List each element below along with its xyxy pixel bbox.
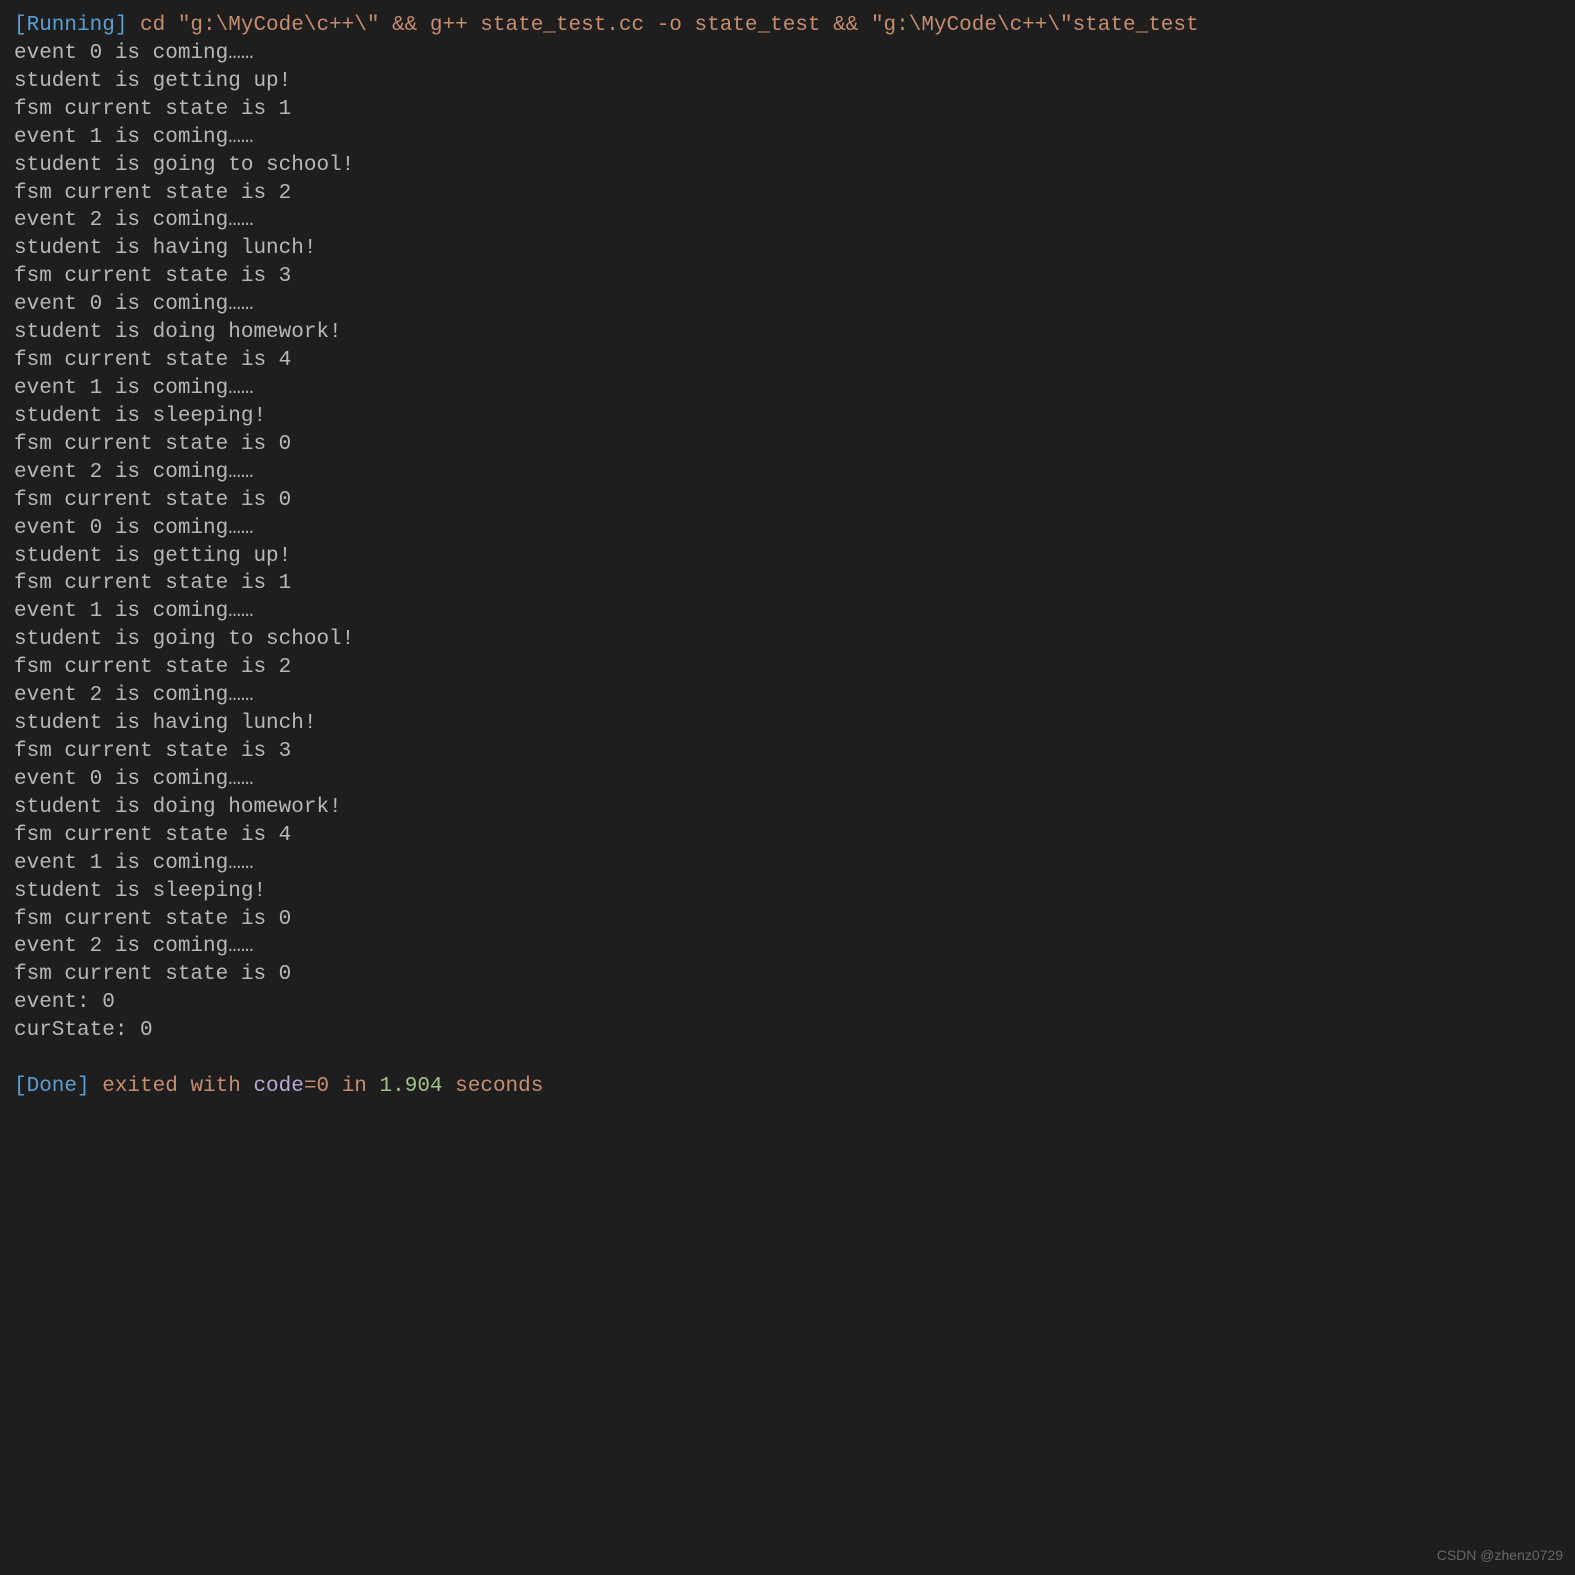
output-line: fsm current state is 2 <box>14 180 1561 208</box>
output-line: event 1 is coming…… <box>14 598 1561 626</box>
output-line: curState: 0 <box>14 1017 1561 1045</box>
output-line: student is having lunch! <box>14 235 1561 263</box>
output-line: student is sleeping! <box>14 403 1561 431</box>
output-line: fsm current state is 0 <box>14 487 1561 515</box>
output-line: event 0 is coming…… <box>14 515 1561 543</box>
output-line: fsm current state is 4 <box>14 347 1561 375</box>
done-in: in <box>329 1075 379 1098</box>
running-line: [Running] cd "g:\MyCode\c++\" && g++ sta… <box>14 12 1561 40</box>
output-line: fsm current state is 4 <box>14 822 1561 850</box>
output-line: event 0 is coming…… <box>14 40 1561 68</box>
output-line: event 1 is coming…… <box>14 124 1561 152</box>
output-line: event 2 is coming…… <box>14 682 1561 710</box>
output-line: event 2 is coming…… <box>14 933 1561 961</box>
output-line: student is going to school! <box>14 152 1561 180</box>
output-line: event 0 is coming…… <box>14 766 1561 794</box>
output-line: fsm current state is 0 <box>14 906 1561 934</box>
running-status: [Running] <box>14 14 127 37</box>
done-seconds: seconds <box>443 1075 544 1098</box>
done-time: 1.904 <box>380 1075 443 1098</box>
output-container: event 0 is coming……student is getting up… <box>14 40 1561 1045</box>
output-line: event 0 is coming…… <box>14 291 1561 319</box>
output-line: student is sleeping! <box>14 878 1561 906</box>
watermark: CSDN @zhenz0729 <box>1437 1546 1563 1565</box>
output-line: student is getting up! <box>14 543 1561 571</box>
output-line: fsm current state is 2 <box>14 654 1561 682</box>
output-line: event 1 is coming…… <box>14 850 1561 878</box>
done-code-value: 0 <box>316 1075 329 1098</box>
running-command: cd "g:\MyCode\c++\" && g++ state_test.cc… <box>127 14 1198 37</box>
done-code-name: code <box>253 1075 303 1098</box>
output-line: fsm current state is 1 <box>14 570 1561 598</box>
output-line: student is doing homework! <box>14 319 1561 347</box>
done-status: [Done] <box>14 1075 90 1098</box>
output-line: fsm current state is 1 <box>14 96 1561 124</box>
done-code-equals: = <box>304 1075 317 1098</box>
output-line: fsm current state is 3 <box>14 263 1561 291</box>
output-line: fsm current state is 3 <box>14 738 1561 766</box>
blank-line <box>14 1045 1561 1073</box>
output-line: student is doing homework! <box>14 794 1561 822</box>
output-line: student is getting up! <box>14 68 1561 96</box>
output-line: student is going to school! <box>14 626 1561 654</box>
output-line: fsm current state is 0 <box>14 961 1561 989</box>
done-exit-text: exited with <box>90 1075 254 1098</box>
output-line: event 2 is coming…… <box>14 207 1561 235</box>
done-line: [Done] exited with code=0 in 1.904 secon… <box>14 1073 1561 1101</box>
output-line: fsm current state is 0 <box>14 431 1561 459</box>
output-line: student is having lunch! <box>14 710 1561 738</box>
output-line: event 2 is coming…… <box>14 459 1561 487</box>
output-line: event 1 is coming…… <box>14 375 1561 403</box>
output-line: event: 0 <box>14 989 1561 1017</box>
